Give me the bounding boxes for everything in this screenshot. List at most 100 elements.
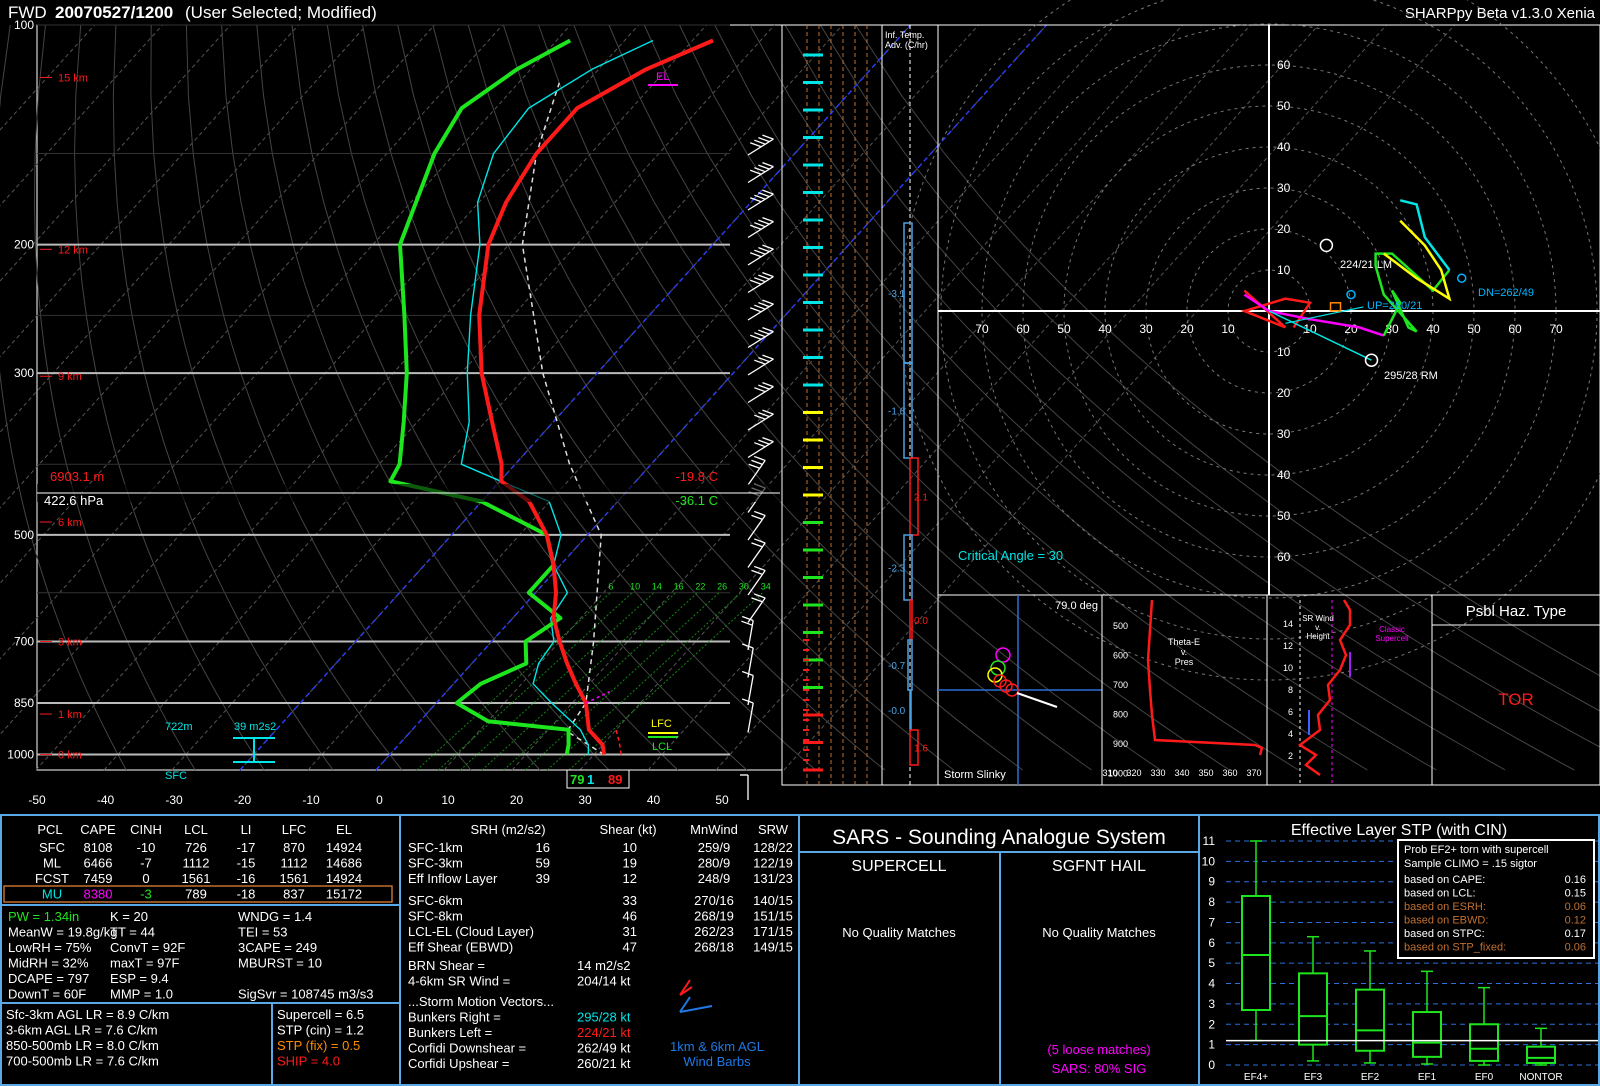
kin-cell: 268/18	[694, 940, 734, 955]
kin-cell: 31	[623, 924, 637, 939]
svg-text:SR Wind: SR Wind	[1302, 614, 1334, 623]
index-left: DCAPE = 797	[8, 971, 89, 986]
thetae-ytick: 500	[1113, 621, 1128, 631]
adv-value: 2.1	[914, 493, 928, 504]
barb-legend: Wind Barbs	[683, 1054, 751, 1069]
kin-cell: 268/19	[694, 909, 734, 924]
storm-motion-header: ...Storm Motion Vectors...	[408, 994, 554, 1009]
kin-cell: 47	[623, 940, 637, 955]
temp-tick: 50	[715, 793, 729, 807]
index-left: MeanW = 19.8g/kg	[8, 925, 117, 940]
thermo-cell: MU	[42, 887, 62, 902]
mixing-ratio-label: 26	[717, 582, 727, 592]
hodo-ring-label: 50	[1277, 99, 1291, 113]
thermo-cell: 0	[142, 871, 149, 886]
stp-ytick: 1	[1208, 1038, 1215, 1052]
sfc-dewpoint-f: 79	[570, 772, 584, 787]
lapse-rate: 3-6km AGL LR = 7.6 C/km	[6, 1023, 158, 1038]
thermo-cell: -17	[237, 840, 256, 855]
hodo-ring-label: 10	[1277, 345, 1291, 359]
stp-box	[1355, 988, 1385, 1052]
kin-cell: 259/9	[698, 840, 731, 855]
hodo-ring-label: 20	[1277, 386, 1291, 400]
index-left: PW = 1.34in	[8, 909, 79, 924]
kin-cell: 270/16	[694, 893, 734, 908]
critical-angle: Critical Angle = 30	[958, 548, 1063, 563]
sars-hail-result: No Quality Matches	[1042, 925, 1156, 940]
svg-text:Theta-E: Theta-E	[1168, 637, 1200, 647]
kin-cell: 128/22	[753, 840, 793, 855]
sr46-label: 4-6km SR Wind =	[408, 974, 510, 989]
composite-index: SHIP = 4.0	[277, 1054, 340, 1069]
temp-tick: 0	[376, 793, 383, 807]
hodo-ring-label: 30	[1277, 427, 1291, 441]
index-right: TEI = 53	[238, 925, 288, 940]
svg-text:Height: Height	[1306, 632, 1330, 641]
hodo-ring-label: 20	[1180, 322, 1194, 336]
hodo-ring-label: 10	[1221, 322, 1235, 336]
thetae-xtick: 320	[1126, 768, 1141, 778]
thermo-cell: -3	[140, 887, 152, 902]
adv-value: -1.6	[888, 407, 906, 418]
stp-ytick: 2	[1208, 1017, 1215, 1031]
cursor-pressure: 422.6 hPa	[44, 493, 104, 508]
index-right: 3CAPE = 249	[238, 940, 317, 955]
up-label: UP=260/21	[1367, 300, 1422, 312]
temp-adv-title: Inf. Temp.	[885, 30, 924, 40]
pressure-label: 300	[14, 366, 34, 380]
thermo-cell: 8380	[84, 887, 113, 902]
stp-box	[1241, 894, 1271, 1012]
kin-row-label: SFC-6km	[408, 893, 463, 908]
lapse-rate: 850-500mb LR = 8.0 C/km	[6, 1038, 159, 1053]
kin-cell: 122/19	[753, 856, 793, 871]
storm-vector-label: Bunkers Right =	[408, 1010, 501, 1025]
sars-sig: SARS: 80% SIG	[1052, 1061, 1147, 1076]
thermo-cell: -7	[140, 856, 152, 871]
svg-text:v.: v.	[1315, 623, 1321, 632]
stp-prob-value: 0.06	[1565, 901, 1586, 913]
sars-hail-header: SGFNT HAIL	[1052, 858, 1146, 875]
hazard-value: TOR	[1498, 690, 1534, 709]
thetae-xtick: 360	[1222, 768, 1237, 778]
thetae-ytick: 800	[1113, 710, 1128, 720]
temp-tick: -10	[302, 793, 320, 807]
mixing-ratio-label: 30	[739, 582, 749, 592]
lm-label: 224/21 LM	[1340, 259, 1392, 271]
stp-prob-value: 0.15	[1565, 888, 1586, 900]
index-left: LowRH = 75%	[8, 940, 92, 955]
mode-label: (User Selected; Modified)	[185, 3, 377, 22]
pressure-label: 1000	[7, 748, 34, 762]
lapse-rate: Sfc-3km AGL LR = 8.9 C/km	[6, 1007, 169, 1022]
kin-row-label: SFC-8km	[408, 909, 463, 924]
temp-tick: 30	[578, 793, 592, 807]
storm-vector-value: 260/21 kt	[577, 1056, 631, 1071]
temp-tick: 40	[647, 793, 661, 807]
hodo-ring-label: 60	[1016, 322, 1030, 336]
thetae-xtick: 350	[1198, 768, 1213, 778]
stp-prob-label: based on CAPE:	[1404, 874, 1485, 886]
cursor-height: 6903.1 m	[50, 469, 104, 484]
thetae-ytick: 700	[1113, 680, 1128, 690]
height-label: 1 km	[58, 709, 82, 721]
stp-ytick: 7	[1208, 915, 1215, 929]
thermo-cell: 7459	[84, 871, 113, 886]
stp-prob-title: Prob EF2+ torn with supercell	[1404, 844, 1549, 856]
kin-cell: 248/9	[698, 871, 731, 886]
stp-prob-label: based on STPC:	[1404, 928, 1485, 940]
stp-ytick: 11	[1203, 834, 1216, 848]
composite-index: Supercell = 6.5	[277, 1007, 364, 1022]
index-mid: maxT = 97F	[110, 956, 180, 971]
stp-box	[1526, 1045, 1556, 1064]
hodo-ring-label: 70	[1549, 322, 1563, 336]
mixing-ratio-label: 22	[695, 582, 705, 592]
index-mid: ESP = 9.4	[110, 971, 169, 986]
thermo-cell: SFC	[39, 840, 65, 855]
stp-category: EF0	[1475, 1072, 1494, 1083]
thermo-cell: 726	[185, 840, 207, 855]
stp-prob-value: 0.16	[1565, 874, 1586, 886]
hodo-ring-label: 60	[1277, 58, 1291, 72]
thermo-col-header: EL	[336, 822, 352, 837]
adv-box	[909, 689, 912, 731]
slinky-label: Storm Slinky	[944, 769, 1006, 781]
index-right: MBURST = 10	[238, 956, 322, 971]
